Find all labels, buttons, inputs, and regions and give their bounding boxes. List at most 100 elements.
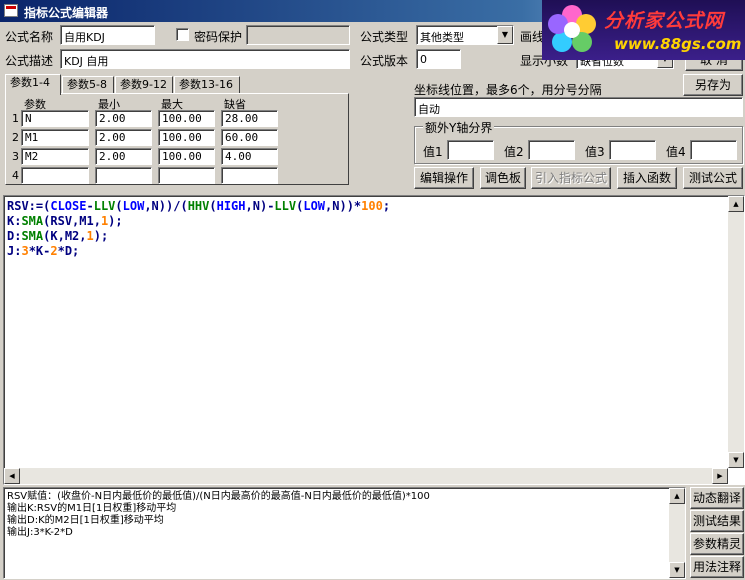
code-token: (K,M2, xyxy=(43,229,87,243)
code-token: ,N))/( xyxy=(144,199,188,213)
formula-desc-label: 公式描述 xyxy=(5,54,54,68)
code-token: 3 xyxy=(21,244,29,258)
value2-input[interactable] xyxy=(528,140,575,160)
import-formula-button[interactable]: 引入指标公式 xyxy=(531,167,611,189)
window-title: 指标公式编辑器 xyxy=(24,6,109,20)
param-name-cell[interactable]: M2 xyxy=(21,148,89,165)
param-max-cell[interactable] xyxy=(158,167,215,184)
param-default-cell[interactable]: 28.00 xyxy=(221,110,278,127)
chevron-down-icon[interactable]: ▼ xyxy=(497,26,513,44)
formula-desc-input[interactable]: KDJ 自用 xyxy=(60,49,350,69)
scroll-down-icon[interactable]: ▼ xyxy=(728,452,744,468)
translation-output: RSV赋值：(收盘价-N日内最低价的最低值)/(N日内最高价的最高值-N日内最低… xyxy=(3,487,686,579)
tab-params-13-16[interactable]: 参数13-16 xyxy=(174,76,240,94)
test-formula-button[interactable]: 测试公式 xyxy=(683,167,743,189)
code-token: D: xyxy=(7,229,22,243)
param-min-cell[interactable] xyxy=(95,167,152,184)
axis-position-label: 坐标线位置，最多6个，用分号分隔 xyxy=(414,83,602,97)
param-default-cell[interactable] xyxy=(221,167,278,184)
editor-horizontal-scrollbar[interactable]: ◀ ▶ xyxy=(4,468,728,484)
code-token: 1 xyxy=(86,229,94,243)
value2-label: 值2 xyxy=(504,145,524,159)
formula-name-input[interactable]: 自用KDJ xyxy=(60,25,155,45)
param-max-cell[interactable]: 100.00 xyxy=(158,110,215,127)
dynamic-translate-button[interactable]: 动态翻译 xyxy=(690,487,744,509)
value4-input[interactable] xyxy=(690,140,737,160)
code-token: HIGH xyxy=(216,199,246,213)
value4-label: 值4 xyxy=(666,145,686,159)
value3-label: 值3 xyxy=(585,145,605,159)
tab-params-1-4[interactable]: 参数1-4 xyxy=(5,74,61,95)
code-token: SMA xyxy=(21,229,44,243)
param-max-cell[interactable]: 100.00 xyxy=(158,129,215,146)
param-row-number: 4 xyxy=(12,169,19,182)
extra-y-axis-legend: 额外Y轴分界 xyxy=(423,119,495,136)
output-line: 输出D:K的M2日[1日权重]移动平均 xyxy=(7,515,164,526)
output-line: RSV赋值：(收盘价-N日内最低价的最低值)/(N日内最高价的最高值-N日内最低… xyxy=(7,491,430,502)
tab-params-9-12[interactable]: 参数9-12 xyxy=(115,76,173,94)
usage-notes-button[interactable]: 用法注释 xyxy=(690,556,744,578)
code-token: J: xyxy=(7,244,22,258)
formula-type-label: 公式类型 xyxy=(360,30,409,44)
param-row-number: 2 xyxy=(12,131,19,144)
watermark-url: www.88gs.com xyxy=(614,35,742,53)
param-row-number: 1 xyxy=(12,112,19,125)
code-token: *D; xyxy=(57,244,80,258)
app-icon xyxy=(4,4,18,17)
code-line: K:SMA(RSV,M1,1); xyxy=(7,214,390,229)
output-scrollbar[interactable]: ▲ ▼ xyxy=(669,488,685,578)
password-checkbox[interactable] xyxy=(176,28,189,41)
value1-label: 值1 xyxy=(423,145,443,159)
code-editor[interactable]: RSV:=(CLOSE-LLV(LOW,N))/(HHV(HIGH,N)-LLV… xyxy=(3,195,745,485)
param-min-cell[interactable]: 2.00 xyxy=(95,129,152,146)
code-token: K: xyxy=(7,214,22,228)
code-token: ); xyxy=(93,229,109,243)
param-default-cell[interactable]: 60.00 xyxy=(221,129,278,146)
code-token: RSV:=( xyxy=(7,199,51,213)
axis-position-input[interactable]: 自动 xyxy=(414,97,743,117)
code-line: RSV:=(CLOSE-LLV(LOW,N))/(HHV(HIGH,N)-LLV… xyxy=(7,199,390,214)
formula-type-value: 其他类型 xyxy=(420,31,464,44)
formula-type-select[interactable]: 其他类型 ▼ xyxy=(416,25,514,45)
scroll-up-icon[interactable]: ▲ xyxy=(669,488,685,504)
code-token: LLV xyxy=(93,199,116,213)
formula-version-input[interactable]: 0 xyxy=(416,49,461,69)
test-result-button[interactable]: 测试结果 xyxy=(690,510,744,532)
output-line: 输出J:3*K-2*D xyxy=(7,527,73,538)
scroll-down-icon[interactable]: ▼ xyxy=(669,562,685,578)
scroll-left-icon[interactable]: ◀ xyxy=(4,468,20,484)
formula-name-label: 公式名称 xyxy=(5,30,54,44)
value3-input[interactable] xyxy=(609,140,656,160)
param-tune-button[interactable]: 参数精灵 xyxy=(690,533,744,555)
save-as-button[interactable]: 另存为 xyxy=(683,74,743,96)
palette-button[interactable]: 调色板 xyxy=(480,167,526,189)
param-name-cell[interactable] xyxy=(21,167,89,184)
code-token: 2 xyxy=(50,244,58,258)
param-min-cell[interactable]: 2.00 xyxy=(95,148,152,165)
code-token: - xyxy=(86,199,94,213)
code-token: ( xyxy=(209,199,217,213)
code-token: 100 xyxy=(361,199,383,213)
code-token: (RSV,M1, xyxy=(43,214,101,228)
code-token: LOW xyxy=(303,199,326,213)
param-max-cell[interactable]: 100.00 xyxy=(158,148,215,165)
value1-input[interactable] xyxy=(447,140,494,160)
code-token: ( xyxy=(115,199,123,213)
scroll-up-icon[interactable]: ▲ xyxy=(728,196,744,212)
formula-version-label: 公式版本 xyxy=(360,54,409,68)
formula-code[interactable]: RSV:=(CLOSE-LLV(LOW,N))/(HHV(HIGH,N)-LLV… xyxy=(7,199,390,259)
insert-function-button[interactable]: 插入函数 xyxy=(617,167,677,189)
param-min-cell[interactable]: 2.00 xyxy=(95,110,152,127)
edit-operations-button[interactable]: 编辑操作 xyxy=(414,167,474,189)
tab-params-5-8[interactable]: 参数5-8 xyxy=(62,76,114,94)
param-default-cell[interactable]: 4.00 xyxy=(221,148,278,165)
code-token: ; xyxy=(382,199,391,213)
editor-vertical-scrollbar[interactable]: ▲ ▼ xyxy=(728,196,744,468)
param-name-cell[interactable]: N xyxy=(21,110,89,127)
password-input[interactable] xyxy=(246,25,350,45)
scroll-right-icon[interactable]: ▶ xyxy=(712,468,728,484)
code-token: *K- xyxy=(28,244,51,258)
param-name-cell[interactable]: M1 xyxy=(21,129,89,146)
code-token: SMA xyxy=(21,214,44,228)
code-line: J:3*K-2*D; xyxy=(7,244,390,259)
